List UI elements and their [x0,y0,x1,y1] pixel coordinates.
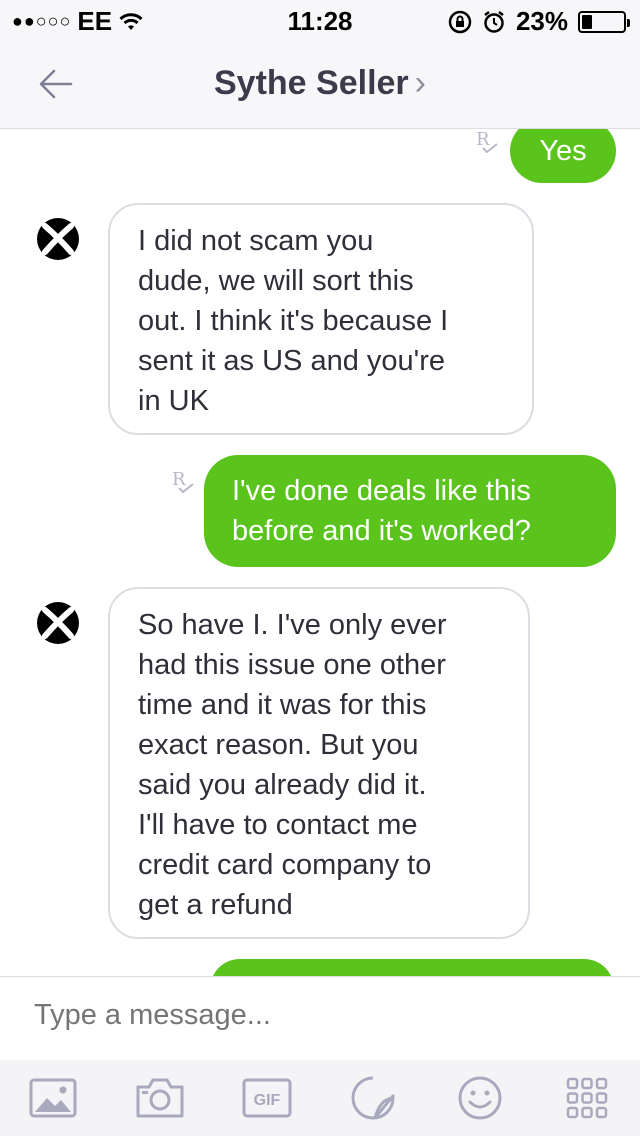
xbox-avatar-icon[interactable] [36,217,80,261]
grid-icon [566,1077,607,1119]
battery-icon [578,10,630,33]
gif-label: GIF [253,1092,280,1109]
rotation-lock-icon [448,10,472,33]
composer-toolbar: GIF [0,1060,640,1136]
message-line: said you already did it. [138,769,427,801]
message-bubble-incoming[interactable]: I did not scam you dude, we will sort th… [108,203,534,435]
gif-icon: GIF [242,1078,292,1118]
contact-title-button[interactable]: Sythe Seller › [0,64,640,103]
smiley-icon [458,1076,502,1120]
message-line: in UK [138,385,209,417]
alarm-icon [484,10,504,33]
emoji-button[interactable] [454,1072,506,1124]
message-line: time and it was for this [138,689,427,721]
message-line: before and it's worked? [232,515,531,547]
message-list[interactable]: R Yes I did not scam you dude, we will s… [0,129,640,976]
battery-percentage: 23% [515,6,568,36]
message-bubble-outgoing[interactable]: I've done deals like this before and it'… [204,455,616,567]
photo-button[interactable] [27,1072,79,1124]
image-icon [29,1078,77,1118]
message-line: had this issue one other [138,649,446,681]
status-right: 23% [448,6,630,37]
message-line: out. I think it's because I [138,305,449,337]
xbox-avatar-icon[interactable] [36,601,80,645]
message-line: I've done deals like this [232,475,531,507]
status-bar: ●●○○○ EE 11:28 23% [0,0,640,40]
message-line: So have I. I've only ever [138,609,447,641]
message-line: get a refund [138,889,293,921]
chevron-right-icon: › [414,64,426,102]
message-line: I'll have to contact me [138,809,418,841]
sticker-button[interactable] [347,1072,399,1124]
message-line: exact reason. But you [138,729,419,761]
page-title: Sythe Seller [214,64,409,102]
message-text: Yes [539,135,587,167]
message-input[interactable] [34,999,594,1032]
more-apps-button[interactable] [561,1072,613,1124]
camera-icon [136,1078,184,1118]
message-line: I did not scam you [138,225,374,257]
chat-header: Sythe Seller › [0,40,640,129]
message-line: credit card company to [138,849,432,881]
read-check-icon [482,143,498,153]
composer [0,976,640,1061]
message-bubble-incoming[interactable]: So have I. I've only ever had this issue… [108,587,530,939]
read-check-icon [178,483,194,493]
message-line: dude, we will sort this [138,265,414,297]
gif-button[interactable]: GIF [241,1072,293,1124]
message-bubble-outgoing[interactable]: Yes [510,129,616,183]
camera-button[interactable] [134,1072,186,1124]
sticker-icon [351,1076,395,1120]
message-bubble-outgoing-partial[interactable] [210,959,614,976]
message-line: sent it as US and you're [138,345,445,377]
